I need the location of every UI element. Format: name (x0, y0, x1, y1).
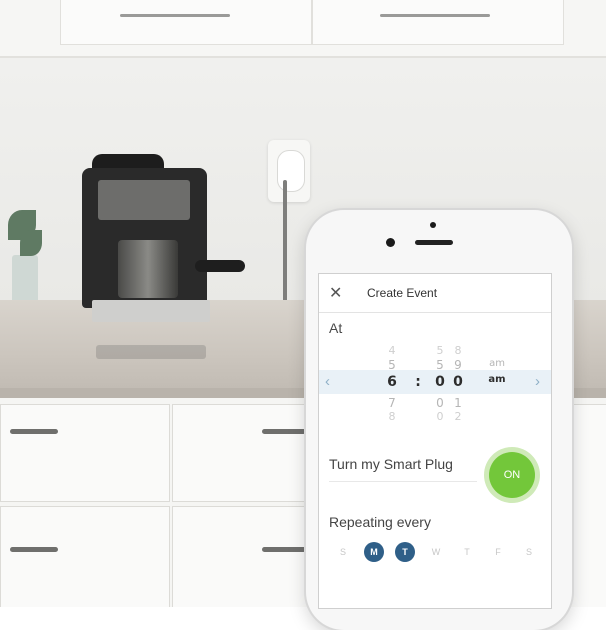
hour-value: 4 (388, 344, 396, 357)
divider (329, 481, 477, 482)
drawer-handle (262, 429, 306, 434)
time-separator: : (415, 374, 421, 390)
hour-value: 8 (388, 410, 396, 423)
ampm-value: am (489, 358, 505, 369)
app-header: ✕ Create Event (319, 274, 551, 313)
at-label: At (329, 320, 343, 336)
drawer (0, 404, 170, 502)
cabinet-handle (120, 14, 230, 17)
plant-pot (12, 255, 38, 303)
hour-value: 7 (388, 396, 396, 410)
cabinet-door (312, 0, 564, 45)
minute-tens-value: 0 (436, 410, 444, 423)
drawer (0, 506, 170, 607)
cabinet-door (60, 0, 312, 45)
minute-ones-value: 2 (454, 410, 462, 423)
coffee-carafe (118, 240, 178, 298)
page-title: Create Event (367, 286, 438, 300)
minute-tens-value: 0 (436, 396, 444, 410)
ampm-value: am (488, 374, 506, 385)
smart-plug (277, 150, 305, 192)
weekday-3-chip[interactable]: W (426, 542, 446, 562)
minute-tens-value: 5 (436, 358, 444, 372)
weekday-4-chip[interactable]: T (457, 542, 477, 562)
minute-ones-value: 8 (454, 344, 462, 357)
on-toggle-button[interactable]: ON (489, 452, 535, 498)
weekday-1-chip[interactable]: M (364, 542, 384, 562)
app-screen: ✕ Create Event At ‹ › 4 5 8 5 5 9 am 6:0 0 am 7 0 1 8… (318, 273, 552, 609)
action-label: Turn my Smart Plug (329, 456, 453, 472)
hour-value: 6 (387, 374, 397, 390)
upper-cabinets (0, 0, 606, 58)
weekday-5-chip[interactable]: F (488, 542, 508, 562)
minute-ones-value: 1 (454, 396, 462, 410)
drawer (172, 404, 314, 502)
cabinet-handle (380, 14, 490, 17)
phone-sensor (430, 222, 436, 228)
hour-value: 5 (388, 358, 396, 372)
coffee-machine-arm (195, 260, 245, 272)
power-cord (283, 180, 287, 310)
weekday-2-chip[interactable]: T (395, 542, 415, 562)
repeat-label: Repeating every (329, 514, 431, 530)
weekday-6-chip[interactable]: S (519, 542, 539, 562)
time-picker-selected-row[interactable]: 6:0 0 am (319, 374, 551, 390)
phone-speaker (415, 240, 453, 245)
phone-camera (386, 238, 395, 247)
drawer (172, 506, 314, 607)
weekday-0-chip[interactable]: S (333, 542, 353, 562)
time-picker-row[interactable]: 5 5 9 am (319, 358, 551, 374)
close-icon[interactable]: ✕ (329, 283, 342, 303)
minute-tens-value: 5 (436, 344, 444, 357)
minute-tens-value: 0 (435, 374, 445, 390)
drawer-handle (10, 429, 58, 434)
minute-ones-value: 9 (454, 358, 462, 372)
weekday-selector: SMTWTFS (327, 542, 547, 566)
drawer-handle (262, 547, 306, 552)
coffee-machine-panel (98, 180, 190, 220)
minute-ones-value: 0 (453, 374, 463, 390)
coffee-machine-reflection (96, 345, 206, 359)
time-picker-row[interactable]: 8 02 (319, 410, 551, 426)
coffee-machine-base (92, 300, 210, 322)
drawer-handle (10, 547, 58, 552)
plant-leaf (20, 230, 42, 256)
